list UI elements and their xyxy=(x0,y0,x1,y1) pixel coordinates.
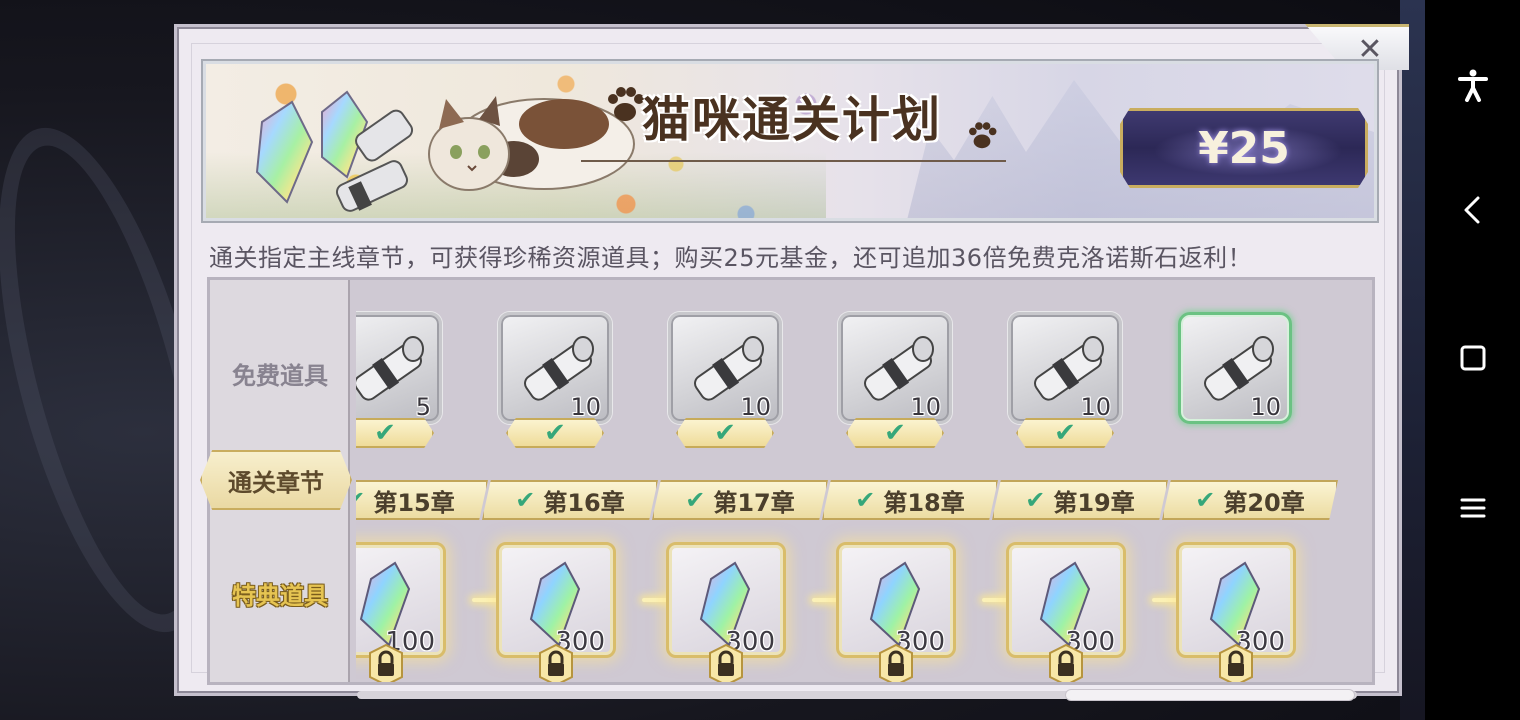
claimed-badge: ✔ xyxy=(506,418,604,448)
chapter-banner: ✔ 第18章 xyxy=(822,480,998,520)
chapter-banner: ✔ 第17章 xyxy=(652,480,828,520)
chapter-banner: ✔ 第20章 xyxy=(1162,480,1338,520)
free-item-count: 10 xyxy=(570,393,601,421)
horizontal-scrollbar[interactable] xyxy=(357,689,1357,701)
free-item-slot[interactable]: 10 xyxy=(498,312,612,424)
title-underline xyxy=(581,160,1006,162)
chapter-banner: ✔ 第19章 xyxy=(992,480,1168,520)
special-item-slot[interactable]: 100 xyxy=(356,542,446,658)
accessibility-icon xyxy=(1457,69,1488,102)
event-description: 通关指定主线章节，可获得珍稀资源道具；购买25元基金，还可追加36倍免费克洛诺斯… xyxy=(209,244,1253,272)
reward-column-ch19: 10 ✔ ✔ 第19章 300 xyxy=(982,280,1168,682)
chapter-name: 第15章 xyxy=(373,488,455,517)
reward-column-ch15: 5 ✔ ✔ 第15章 xyxy=(356,280,488,682)
lock-icon xyxy=(1049,644,1083,682)
back-button[interactable] xyxy=(1425,180,1520,240)
free-item-slot[interactable]: 10 xyxy=(838,312,952,424)
special-items-label: 特典道具 xyxy=(232,582,328,610)
special-item-slot[interactable]: 300 xyxy=(496,542,616,658)
claimed-badge: ✔ xyxy=(846,418,944,448)
reward-columns[interactable]: 5 ✔ ✔ 第15章 xyxy=(356,280,1372,682)
lock-icon xyxy=(879,644,913,682)
cat-plan-dialog: ✕ 猫咪通关计划 ¥25 通关指定主线章节，可获得珍稀资源道具；购买25元基金，… xyxy=(174,24,1409,701)
check-icon: ✔ xyxy=(1025,486,1046,514)
free-item-count: 10 xyxy=(1080,393,1111,421)
free-item-slot[interactable]: 10 xyxy=(1008,312,1122,424)
paw-icon xyxy=(608,87,644,121)
reward-column-ch18: 10 ✔ ✔ 第18章 300 xyxy=(812,280,998,682)
check-icon: ✔ xyxy=(515,486,536,514)
special-item-slot[interactable]: 300 xyxy=(1006,542,1126,658)
scrollbar-thumb[interactable] xyxy=(1065,689,1355,701)
accessibility-button[interactable] xyxy=(1425,55,1520,115)
home-square-icon xyxy=(1460,345,1485,371)
back-icon xyxy=(1464,196,1479,224)
chapter-name: 第16章 xyxy=(543,488,625,517)
check-icon: ✔ xyxy=(685,486,706,514)
check-icon: ✔ xyxy=(356,488,365,512)
reward-column-ch20: 10 ✔ 第20章 300 xyxy=(1152,280,1338,682)
free-item-count: 10 xyxy=(1250,393,1281,421)
chapter-label: 通关章节 xyxy=(228,468,324,497)
menu-button[interactable] xyxy=(1425,478,1520,538)
special-item-slot[interactable]: 300 xyxy=(836,542,956,658)
free-item-slot-claimable[interactable]: 10 xyxy=(1178,312,1292,424)
free-item-count: 10 xyxy=(740,393,771,421)
check-icon: ✔ xyxy=(714,418,736,448)
check-icon: ✔ xyxy=(544,418,566,448)
purchase-price-button[interactable]: ¥25 xyxy=(1120,108,1368,188)
claimed-badge: ✔ xyxy=(1016,418,1114,448)
chapter-name: 第18章 xyxy=(883,488,965,517)
check-icon: ✔ xyxy=(855,486,876,514)
menu-icon xyxy=(1460,498,1485,518)
lock-icon xyxy=(709,644,743,682)
chapter-label-tab: 通关章节 xyxy=(200,450,352,510)
check-icon: ✔ xyxy=(1054,418,1076,448)
lock-icon xyxy=(1219,644,1253,682)
reward-column-ch16: 10 ✔ ✔ 第16章 300 xyxy=(472,280,658,682)
free-item-slot[interactable]: 10 xyxy=(668,312,782,424)
free-item-slot[interactable]: 5 xyxy=(356,312,442,424)
check-icon: ✔ xyxy=(1195,486,1216,514)
claimed-badge: ✔ xyxy=(676,418,774,448)
free-items-label: 免费道具 xyxy=(232,362,328,390)
lock-icon xyxy=(539,644,573,682)
special-item-slot[interactable]: 300 xyxy=(1176,542,1296,658)
reward-panel: 免费道具 特典道具 通关章节 5 ✔ 第15章 100 10 ✔ ✔ 第16章 … xyxy=(200,277,1375,685)
price-label: ¥25 xyxy=(1198,122,1290,174)
lock-icon xyxy=(369,644,403,682)
paw-icon-small xyxy=(969,122,997,149)
check-icon: ✔ xyxy=(884,418,906,448)
chapter-name: 第17章 xyxy=(713,488,795,517)
event-banner: 猫咪通关计划 ¥25 xyxy=(201,59,1379,223)
check-icon: ✔ xyxy=(374,418,396,448)
chapter-banner: ✔ 第16章 xyxy=(482,480,658,520)
chapter-name: 第20章 xyxy=(1223,488,1305,517)
free-item-count: 5 xyxy=(415,393,431,421)
background-scene xyxy=(1400,0,1425,720)
chapter-banner: ✔ 第15章 xyxy=(356,480,488,520)
claimed-badge: ✔ xyxy=(356,418,434,448)
system-nav-bar xyxy=(1425,0,1520,720)
banner-crystal-art xyxy=(255,90,414,212)
free-item-count: 10 xyxy=(910,393,941,421)
special-item-slot[interactable]: 300 xyxy=(666,542,786,658)
home-button[interactable] xyxy=(1425,328,1520,388)
chapter-name: 第19章 xyxy=(1053,488,1135,517)
reward-column-ch17: 10 ✔ ✔ 第17章 300 xyxy=(642,280,828,682)
